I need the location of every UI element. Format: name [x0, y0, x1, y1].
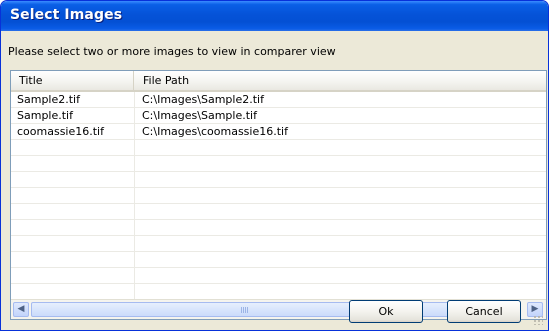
dialog-body: Please select two or more images to view…	[4, 31, 547, 327]
list-item[interactable]: Sample.tif C:\Images\Sample.tif	[11, 108, 546, 124]
images-listview[interactable]: Title File Path Sample2.tif C:\Images\Sam…	[10, 70, 547, 320]
empty-list-row[interactable]	[11, 220, 546, 236]
empty-list-row[interactable]	[11, 156, 546, 172]
cell-file-path: C:\Images\Sample2.tif	[142, 93, 264, 106]
instruction-text: Please select two or more images to view…	[8, 45, 336, 58]
window-title: Select Images	[10, 7, 123, 23]
empty-list-row[interactable]	[11, 172, 546, 188]
cancel-button[interactable]: Cancel	[447, 300, 521, 323]
column-divider	[134, 92, 135, 299]
empty-list-row[interactable]	[11, 204, 546, 220]
list-header: Title File Path	[11, 71, 546, 92]
resize-grip-icon[interactable]	[533, 315, 543, 325]
ok-button[interactable]: Ok	[349, 300, 423, 323]
column-header-file-path[interactable]: File Path	[134, 71, 546, 90]
empty-list-row[interactable]	[11, 252, 546, 268]
cell-title: Sample2.tif	[17, 93, 80, 106]
cell-title: coomassie16.tif	[17, 125, 104, 138]
empty-list-row[interactable]	[11, 236, 546, 252]
list-item[interactable]: Sample2.tif C:\Images\Sample2.tif	[11, 92, 546, 108]
empty-list-row[interactable]	[11, 140, 546, 156]
grip-icon	[241, 307, 249, 313]
select-images-dialog: Select Images Please select two or more …	[0, 0, 549, 331]
cell-file-path: C:\Images\Sample.tif	[142, 109, 257, 122]
cell-file-path: C:\Images\coomassie16.tif	[142, 125, 288, 138]
empty-list-row[interactable]	[11, 188, 546, 204]
list-item[interactable]: coomassie16.tif C:\Images\coomassie16.tif	[11, 124, 546, 140]
list-rows: Sample2.tif C:\Images\Sample2.tif Sample.t…	[11, 92, 546, 299]
empty-list-row[interactable]	[11, 268, 546, 284]
cell-title: Sample.tif	[17, 109, 73, 122]
chevron-left-icon[interactable]: ◀	[13, 302, 29, 317]
title-bar[interactable]: Select Images	[1, 1, 548, 31]
column-header-title[interactable]: Title	[11, 71, 134, 90]
